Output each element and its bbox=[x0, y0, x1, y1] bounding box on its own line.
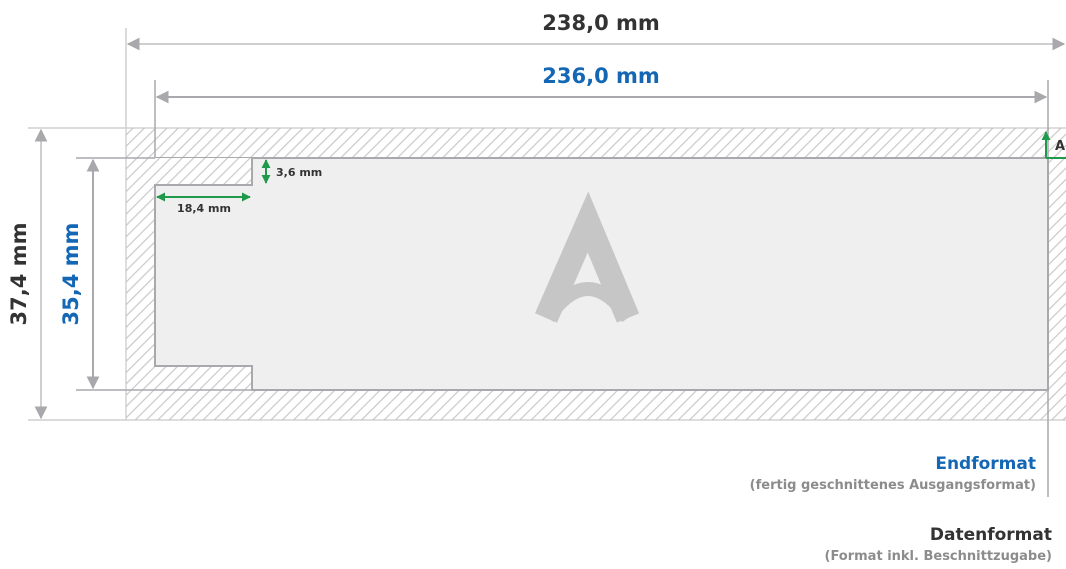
legend-data-subtitle: (Format inkl. Beschnittzugabe) bbox=[824, 549, 1053, 564]
notch-height-label: 3,6 mm bbox=[276, 166, 322, 179]
data-height-label: 37,4 mm bbox=[7, 223, 31, 326]
final-height-label: 35,4 mm bbox=[59, 223, 83, 326]
final-width-label: 236,0 mm bbox=[542, 64, 660, 88]
notch-top-left bbox=[155, 158, 252, 185]
notch-width-label: 18,4 mm bbox=[177, 202, 231, 215]
notch-bottom-left bbox=[155, 366, 252, 390]
legend-data-format: Datenformat (Format inkl. Beschnittzugab… bbox=[825, 525, 1053, 564]
legend-final-title: Endformat bbox=[935, 454, 1036, 474]
bleed-label: A bbox=[1055, 139, 1065, 154]
data-width-label: 238,0 mm bbox=[542, 11, 660, 35]
legend-final-subtitle: (fertig geschnittenes Ausgangsformat) bbox=[749, 478, 1036, 493]
legend-data-title: Datenformat bbox=[929, 525, 1052, 545]
legend-final-format: Endformat (fertig geschnittenes Ausgangs… bbox=[750, 454, 1036, 493]
